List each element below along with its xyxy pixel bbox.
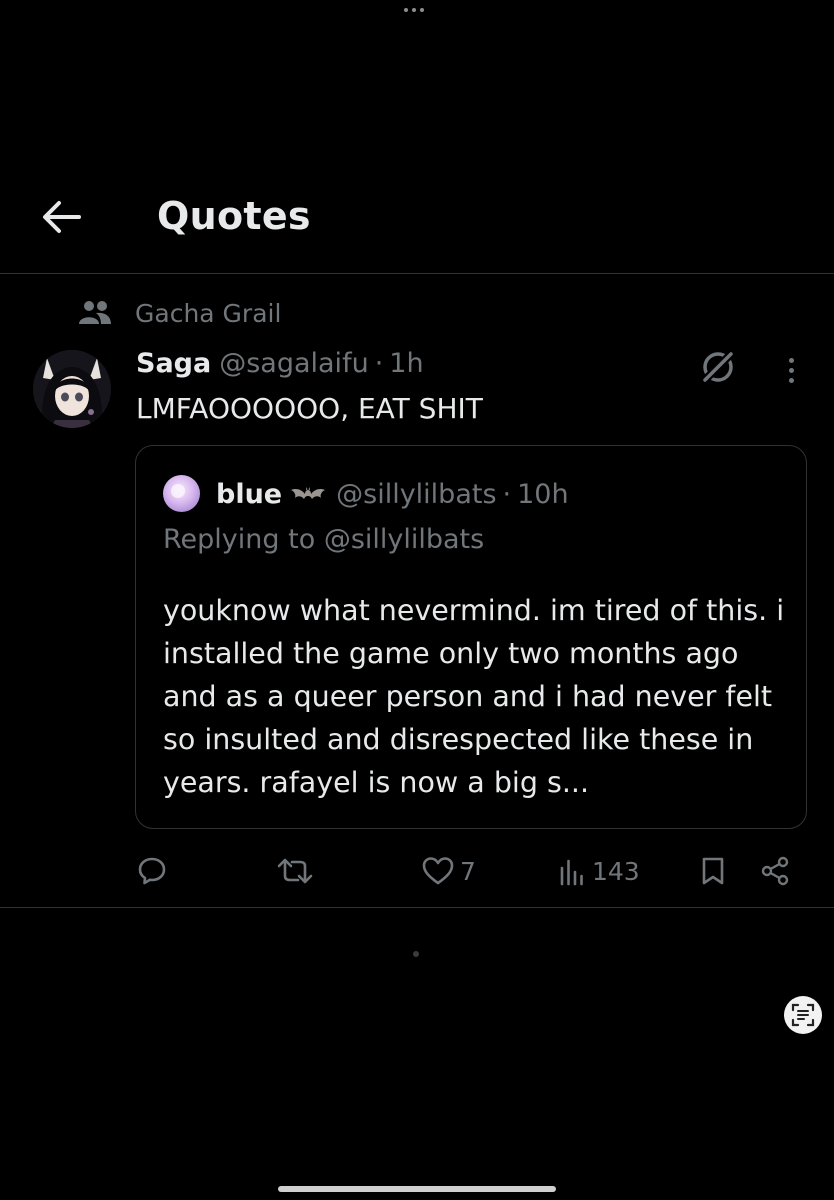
reply-icon [138, 857, 166, 885]
more-dot-icon [788, 357, 794, 363]
replying-prefix: Replying to [163, 524, 316, 555]
avatar[interactable] [33, 350, 111, 428]
author-handle[interactable]: @sagalaifu [219, 348, 368, 379]
post-text: LMFAOOOOOO, EAT SHIT [136, 392, 483, 425]
page-indicator-dot [413, 951, 419, 957]
quoted-post-text: youknow what nevermind. im tired of this… [163, 594, 785, 799]
text-scan-button[interactable] [784, 996, 822, 1034]
text-scan-icon [791, 1003, 815, 1027]
share-icon [761, 856, 789, 886]
author-name[interactable]: Saga [136, 348, 211, 379]
quoted-post-timestamp: 10h [517, 478, 569, 510]
quoted-post-header: blue @sillylilbats · 10h [216, 474, 569, 514]
people-icon [79, 301, 111, 324]
post-timestamp[interactable]: 1h [389, 348, 423, 379]
view-count: 143 [592, 856, 640, 886]
separator-dot: · [502, 478, 512, 510]
quoted-post-card[interactable]: blue @sillylilbats · 10h Replying to @si… [135, 445, 807, 829]
share-button[interactable] [760, 848, 790, 894]
avatar-image [33, 350, 111, 428]
heart-icon [422, 857, 454, 885]
top-bar: Quotes [0, 180, 834, 274]
post-divider [0, 907, 834, 908]
grok-button[interactable] [697, 346, 739, 388]
community-name: Gacha Grail [135, 298, 282, 328]
like-button[interactable]: 7 [422, 848, 476, 894]
window-handle-dots[interactable] [404, 8, 424, 12]
views-button[interactable]: 143 [558, 848, 640, 894]
quoted-author-name: blue [216, 478, 283, 510]
bat-emoji-icon [291, 487, 326, 499]
separator-dot: · [374, 348, 384, 379]
post-header: Saga @sagalaifu · 1h [136, 348, 424, 388]
quoted-avatar-image [163, 475, 200, 512]
replying-handle: @sillylilbats [323, 524, 485, 555]
back-button[interactable] [38, 194, 84, 240]
more-dot-icon [788, 367, 794, 373]
like-count: 7 [460, 856, 476, 886]
quoted-author-handle: @sillylilbats [336, 478, 497, 510]
quotes-page: Quotes Gacha Grail Saga @sagalaifu · 1h … [0, 0, 834, 1200]
arrow-left-icon [43, 201, 81, 233]
repost-icon [277, 858, 313, 884]
community-context[interactable]: Gacha Grail [78, 296, 281, 330]
page-title: Quotes [157, 194, 311, 238]
reply-button[interactable] [137, 848, 167, 894]
post-action-bar: 7 143 [0, 848, 834, 894]
home-indicator[interactable] [278, 1186, 556, 1192]
views-bar-chart-icon [560, 859, 583, 886]
more-options-button[interactable] [777, 350, 805, 390]
quoted-avatar[interactable] [163, 475, 200, 512]
grok-icon [701, 350, 735, 384]
bookmark-button[interactable] [700, 848, 726, 894]
more-dot-icon [788, 377, 794, 383]
repost-button[interactable] [276, 848, 314, 894]
replying-to-label: Replying to @sillylilbats [163, 524, 484, 555]
bookmark-icon [702, 857, 724, 885]
